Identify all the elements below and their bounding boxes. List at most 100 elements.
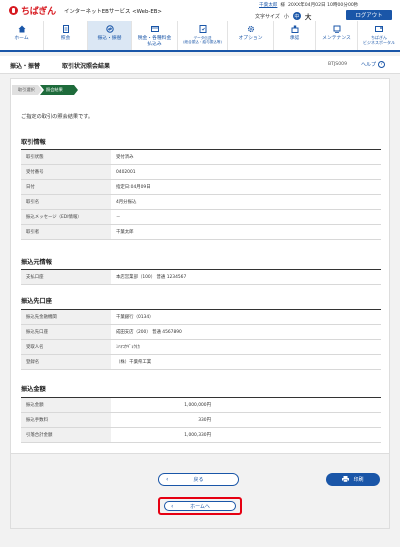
nav-data-transfer-label: データ伝送 (総合振込・給与振込等) — [183, 36, 222, 45]
row-label: 振込金額 — [21, 397, 111, 413]
row-label: 振込手数料 — [21, 412, 111, 428]
nav-portal[interactable]: ちばぎん ビジネスポータル — [358, 21, 400, 50]
text-size-large[interactable]: 大 — [305, 11, 312, 21]
page-title-bar: 振込・振替 取引状況照会結果 BTJS009 ヘルプ ? — [0, 56, 400, 74]
table-row: 引落合計金額 1,000,330円 — [21, 427, 381, 443]
text-size-medium[interactable]: 中 — [292, 12, 301, 20]
printer-icon — [342, 475, 350, 484]
home-icon — [18, 25, 26, 33]
table-row: 取引名 4月分振込 — [21, 194, 381, 210]
row-value: 1,000,330円 — [111, 427, 381, 443]
table-row: 振込先金融機関 千葉銀行（0134） — [21, 309, 381, 325]
table-row: 振込メッセージ（EDI情報）－ — [21, 209, 381, 225]
table-row: 日付 指定日:04月09日 — [21, 179, 381, 195]
help-label: ヘルプ — [361, 62, 377, 68]
table-row: 受取人名 ﾐﾊﾏｺｳｷﾞｮｳ(ｶ — [21, 339, 381, 355]
service-name: インターネットEBサービス <Web-EB> — [64, 9, 162, 15]
section-title-amount: 振込金額 — [21, 386, 46, 393]
row-value: （株）千葉県工業 — [111, 354, 381, 370]
table-row: 振込金額 1,000,000円 — [21, 397, 381, 413]
approve-icon — [291, 25, 299, 33]
nav-portal-label: ちばぎん ビジネスポータル — [363, 35, 395, 45]
gear-icon — [247, 25, 255, 33]
back-button[interactable]: ‹ 戻る — [158, 473, 239, 486]
screen-id: BTJS009 — [328, 62, 347, 67]
source-table: 支払口座 本店営業部（100） 普通 1234567 — [21, 269, 381, 285]
tax-icon — [150, 25, 159, 33]
section-title-source: 振込元情報 — [21, 259, 52, 266]
row-label: 振込先金融機関 — [21, 309, 111, 325]
nav-inquiry-label: 照会 — [60, 36, 71, 41]
row-label: 受付番号 — [21, 164, 111, 180]
chevron-left-icon: ‹ — [166, 476, 169, 483]
print-button[interactable]: 印刷 — [326, 473, 380, 486]
transfer-icon — [105, 25, 114, 33]
text-size-control: 文字サイズ 小 中 大 — [255, 11, 311, 21]
nav-option[interactable]: オプション — [228, 21, 274, 50]
global-nav: ホーム 照会 振込・振替 税金・各種料金 払込み データ伝送 (総合振込・給与振… — [0, 21, 400, 52]
row-value: 千葉太郎 — [111, 224, 381, 240]
row-label: 登録名 — [21, 354, 111, 370]
header: ちばぎん インターネットEBサービス <Web-EB> 千葉太郎 様 20XX年… — [0, 0, 400, 21]
nav-option-label: オプション — [238, 36, 263, 41]
nav-maintenance[interactable]: メンテナンス — [316, 21, 358, 50]
user-suffix: 様 — [280, 3, 285, 8]
main-panel: 取引選択 照会結果 ご指定の取引の照会結果です。 取引情報 取引状態 受付済み 受… — [10, 78, 390, 529]
step-result: 照会結果 — [40, 85, 78, 95]
row-value: 0402001 — [111, 164, 381, 180]
nav-tax-label: 税金・各種料金 払込み — [137, 36, 172, 47]
amount-table: 振込金額 1,000,000円 振込手数料 330円 引落合計金額 1,000,330… — [21, 397, 381, 443]
nav-approve-label: 承認 — [289, 36, 300, 41]
button-area: ‹ 戻る 印刷 ‹ ホームへ — [11, 453, 389, 528]
row-label: 振込メッセージ（EDI情報） — [21, 209, 111, 225]
page-title: 取引状況照会結果 — [62, 63, 111, 70]
row-value: － — [111, 209, 381, 225]
home-button[interactable]: ‹ ホームへ — [164, 501, 236, 511]
row-label: 支払口座 — [21, 269, 111, 285]
row-value: 成田支店（200） 普通 4567890 — [111, 324, 381, 340]
row-value: 受付済み — [111, 149, 381, 165]
row-value: 本店営業部（100） 普通 1234567 — [111, 269, 381, 285]
row-value: 1,000,000円 — [111, 397, 381, 413]
row-value: 千葉銀行（0134） — [111, 309, 381, 325]
nav-transfer-label: 振込・振替 — [97, 36, 122, 41]
logout-button[interactable]: ログアウト — [346, 10, 392, 20]
last-login: 20XX年04月02日 10時00分00秒 — [288, 3, 359, 8]
row-label: 取引状態 — [21, 149, 111, 165]
table-row: 取引状態 受付済み — [21, 149, 381, 165]
section-title-trade: 取引情報 — [21, 139, 46, 146]
text-size-small[interactable]: 小 — [284, 13, 289, 20]
table-row: 支払口座 本店営業部（100） 普通 1234567 — [21, 269, 381, 285]
table-row: 登録名 （株）千葉県工業 — [21, 354, 381, 370]
row-value: ﾐﾊﾏｺｳｷﾞｮｳ(ｶ — [111, 339, 381, 355]
table-row: 振込手数料 330円 — [21, 412, 381, 428]
row-label: 日付 — [21, 179, 111, 195]
nav-inquiry[interactable]: 照会 — [44, 21, 88, 50]
portal-icon — [375, 25, 383, 33]
nav-transfer[interactable]: 振込・振替 — [88, 21, 132, 50]
row-value: 330円 — [111, 412, 381, 428]
row-label: 引落合計金額 — [21, 427, 111, 443]
result-message: ご指定の取引の照会結果です。 — [21, 114, 94, 120]
step-select: 取引選択 — [12, 85, 42, 95]
section-title-dest: 振込先口座 — [21, 298, 52, 305]
bank-logo: ちばぎん — [9, 4, 56, 17]
help-link[interactable]: ヘルプ ? — [361, 61, 386, 68]
nav-tax[interactable]: 税金・各種料金 払込み — [132, 21, 178, 50]
user-name-link[interactable]: 千葉太郎 — [259, 2, 277, 8]
data-icon — [199, 25, 207, 33]
nav-home[interactable]: ホーム — [0, 21, 44, 50]
nav-home-label: ホーム — [14, 36, 29, 41]
wrench-icon — [333, 25, 341, 33]
chevron-left-icon: ‹ — [171, 502, 174, 510]
table-row: 取引者 千葉太郎 — [21, 224, 381, 240]
row-label: 受取人名 — [21, 339, 111, 355]
nav-maintenance-label: メンテナンス — [322, 36, 351, 41]
nav-data-transfer[interactable]: データ伝送 (総合振込・給与振込等) — [178, 21, 228, 50]
dest-table: 振込先金融機関 千葉銀行（0134） 振込先口座 成田支店（200） 普通 4567… — [21, 309, 381, 370]
nav-approve[interactable]: 承認 — [274, 21, 316, 50]
row-label: 振込先口座 — [21, 324, 111, 340]
step-indicator: 取引選択 照会結果 — [12, 85, 78, 95]
text-size-label: 文字サイズ — [255, 13, 280, 20]
trade-info-table: 取引状態 受付済み 受付番号 0402001 日付 指定日:04月09日 取引名 4月分… — [21, 149, 381, 240]
